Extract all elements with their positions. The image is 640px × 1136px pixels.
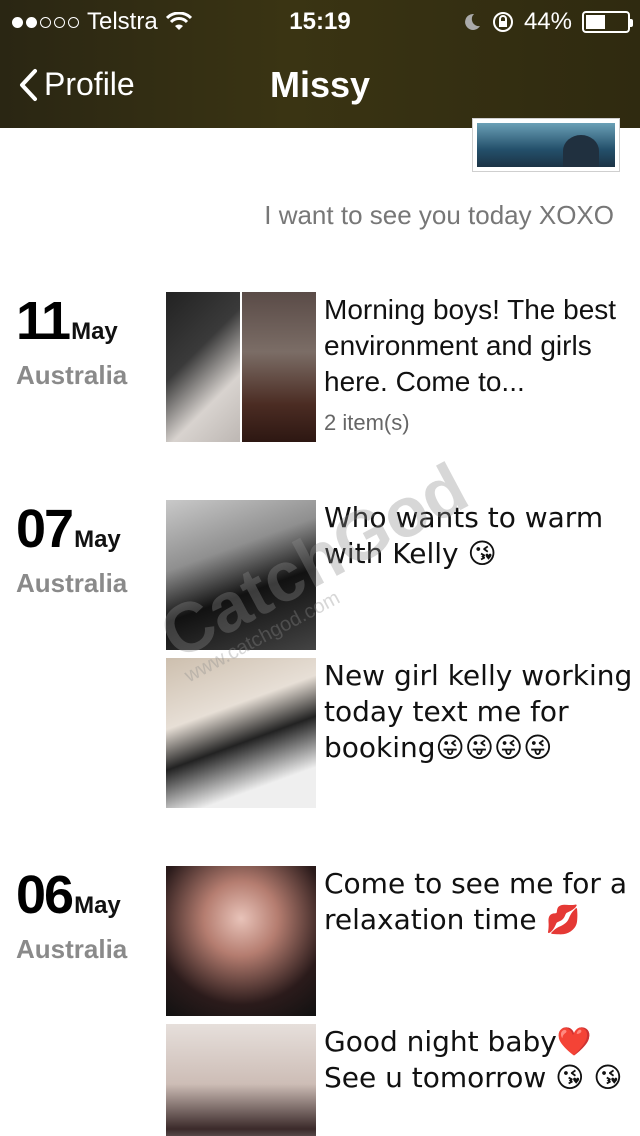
item-count: 2 item(s) [324, 410, 410, 435]
post-text: New girl kelly working today text me for… [324, 659, 633, 764]
date-block: 11May Australia [16, 290, 127, 391]
date-location: Australia [16, 568, 128, 598]
post-text: Come to see me for a relaxation time 💋 [324, 867, 627, 936]
date-block: 07May Australia [16, 498, 127, 599]
battery-percent: 44% [523, 8, 572, 35]
post-photo[interactable] [472, 118, 620, 172]
post-thumbnail[interactable] [166, 292, 316, 442]
date-location: Australia [16, 360, 128, 390]
post-text: Morning boys! The best environment and g… [324, 294, 617, 397]
post-text: Who wants to warm with Kelly 😘 [324, 501, 604, 570]
post-caption[interactable]: I want to see you today XOXO [264, 200, 614, 231]
date-day: 11 [16, 291, 71, 351]
post-thumbnail[interactable] [166, 1024, 316, 1136]
photo [242, 292, 316, 442]
date-location: Australia [16, 934, 128, 964]
status-bar: Telstra 15:19 44% [0, 0, 640, 40]
rotation-lock-icon [492, 12, 513, 32]
battery-icon [582, 11, 633, 33]
navigation-header: Telstra 15:19 44% Profile Missy [0, 0, 640, 128]
post-thumbnail[interactable] [166, 658, 316, 808]
status-right: 44% [462, 8, 633, 36]
photo [166, 292, 240, 442]
date-month: May [74, 526, 121, 553]
page-title: Missy [269, 64, 371, 105]
post-thumbnail[interactable] [166, 500, 316, 650]
date-day: 07 [16, 499, 74, 559]
nav-bar: Profile Missy [0, 40, 640, 128]
moon-icon [465, 13, 480, 30]
date-month: May [71, 318, 118, 345]
date-day: 06 [16, 865, 74, 925]
date-block: 06May Australia [16, 864, 127, 965]
post-text: Good night baby❤️ See u tomorrow 😘 😘 [324, 1025, 623, 1094]
post-thumbnail[interactable] [166, 866, 316, 1016]
date-month: May [74, 892, 121, 919]
